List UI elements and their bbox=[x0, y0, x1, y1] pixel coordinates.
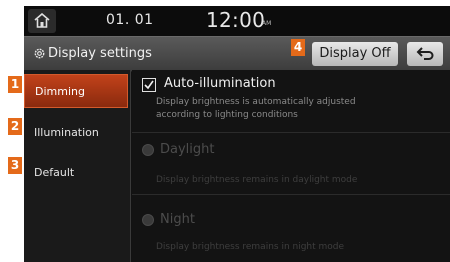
head-unit-screen: 01. 01 12:00 AM Display settings Display… bbox=[24, 6, 450, 262]
daylight-description: Display brightness remains in daylight m… bbox=[156, 175, 358, 185]
sidebar-item-label: Default bbox=[34, 166, 75, 179]
page-title: Display settings bbox=[48, 46, 152, 61]
divider bbox=[132, 194, 450, 195]
status-bar: 01. 01 12:00 AM bbox=[24, 6, 450, 36]
divider bbox=[132, 132, 450, 133]
auto-illumination-description: Display brightness is automatically adju… bbox=[156, 96, 446, 122]
night-radio[interactable] bbox=[142, 214, 154, 226]
daylight-label: Daylight bbox=[160, 142, 215, 157]
auto-illumination-label: Auto-illumination bbox=[164, 76, 276, 91]
description-line: Display brightness is automatically adju… bbox=[156, 97, 356, 107]
gear-icon bbox=[34, 48, 45, 59]
sidebar-menu: Dimming Illumination Default bbox=[24, 70, 131, 262]
sidebar-item-dimming[interactable]: Dimming bbox=[24, 74, 128, 108]
callout-badge-2: 2 bbox=[8, 118, 22, 135]
night-label: Night bbox=[160, 212, 195, 227]
ampm-indicator: AM bbox=[262, 20, 272, 27]
sidebar-item-default[interactable]: Default bbox=[24, 156, 128, 190]
home-icon bbox=[34, 13, 50, 28]
back-button[interactable] bbox=[407, 42, 443, 66]
checkmark-icon bbox=[144, 80, 154, 90]
title-bar: Display settings Display Off bbox=[24, 36, 450, 72]
sidebar-item-illumination[interactable]: Illumination bbox=[24, 116, 128, 150]
daylight-radio[interactable] bbox=[142, 144, 154, 156]
settings-content: Auto-illumination Display brightness is … bbox=[132, 70, 450, 262]
sidebar-item-label: Dimming bbox=[35, 85, 85, 98]
clock-display: 12:00 bbox=[206, 8, 266, 32]
sidebar-item-label: Illumination bbox=[34, 126, 99, 139]
callout-badge-1: 1 bbox=[8, 76, 22, 93]
night-description: Display brightness remains in night mode bbox=[156, 242, 345, 252]
home-button[interactable] bbox=[28, 9, 56, 33]
description-line: according to lighting conditions bbox=[156, 110, 298, 120]
auto-illumination-checkbox[interactable] bbox=[142, 78, 156, 92]
back-arrow-icon bbox=[416, 47, 434, 60]
date-display: 01. 01 bbox=[106, 12, 154, 28]
display-off-button[interactable]: Display Off bbox=[312, 42, 398, 66]
callout-badge-4: 4 bbox=[291, 39, 305, 56]
callout-badge-3: 3 bbox=[8, 157, 22, 174]
